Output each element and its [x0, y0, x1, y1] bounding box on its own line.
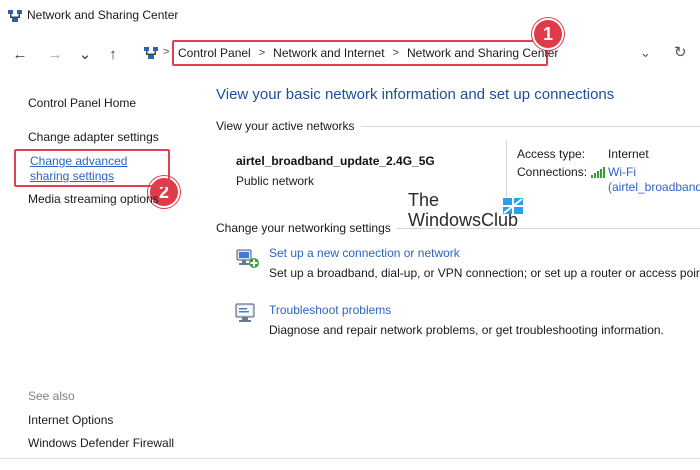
windows-logo-icon — [503, 198, 523, 214]
see-also-internet-options[interactable]: Internet Options — [28, 413, 113, 427]
breadcrumb-separator[interactable]: > — [393, 47, 399, 59]
breadcrumb-control-panel[interactable]: Control Panel — [178, 46, 251, 60]
wifi-connection-link[interactable]: Wi-Fi — [608, 165, 636, 179]
control-panel-network-icon — [144, 47, 158, 59]
breadcrumb-separator: > — [163, 46, 170, 58]
breadcrumb-network-and-internet[interactable]: Network and Internet — [273, 46, 384, 60]
sidebar-item-change-adapter-settings[interactable]: Change adapter settings — [28, 130, 159, 144]
sidebar-item-change-advanced-sharing-settings[interactable]: Change advanced sharing settings — [30, 154, 170, 184]
windowsclub-watermark: The WindowsClub — [408, 190, 548, 240]
forward-arrow-icon[interactable]: → — [45, 44, 65, 64]
see-also-label: See also — [28, 389, 75, 403]
troubleshoot-link[interactable]: Troubleshoot problems — [269, 303, 391, 317]
access-type-label: Access type: — [517, 147, 586, 161]
wifi-signal-icon — [591, 167, 605, 178]
watermark-line2: WindowsClub — [408, 210, 519, 230]
setup-connection-description: Set up a broadband, dial-up, or VPN conn… — [269, 266, 700, 280]
breadcrumb-separator[interactable]: > — [259, 47, 265, 59]
navigation-bar: ← → ⌄ ↑ > Control Panel > Network and In… — [0, 32, 700, 78]
active-networks-label: View your active networks — [216, 119, 361, 133]
network-name: airtel_broadband_update_2.4G_5G — [236, 154, 435, 168]
callout-badge-1: 1 — [532, 18, 564, 50]
sidebar: Control Panel Home Change adapter settin… — [0, 78, 200, 470]
back-arrow-icon[interactable]: ← — [10, 44, 30, 64]
watermark-line1: The — [408, 190, 440, 210]
change-settings-label: Change your networking settings — [216, 221, 397, 235]
window-title: Network and Sharing Center — [27, 8, 179, 22]
breadcrumb-network-and-sharing-center[interactable]: Network and Sharing Center — [407, 46, 558, 60]
troubleshoot-icon[interactable] — [234, 300, 260, 326]
access-type-value: Internet — [608, 147, 649, 161]
network-type[interactable]: Public network — [236, 174, 314, 188]
see-also-windows-defender-firewall[interactable]: Windows Defender Firewall — [28, 436, 174, 450]
connections-label: Connections: — [517, 165, 588, 179]
troubleshoot-description: Diagnose and repair network problems, or… — [269, 323, 664, 337]
sidebar-item-media-streaming-options[interactable]: Media streaming options — [28, 192, 159, 206]
breadcrumb: Control Panel > Network and Internet > N… — [172, 40, 558, 66]
address-dropdown-chevron-icon[interactable]: ⌄ — [640, 45, 651, 61]
sidebar-item-control-panel-home[interactable]: Control Panel Home — [28, 96, 136, 110]
bottom-divider — [0, 458, 700, 459]
network-sharing-icon — [8, 10, 22, 22]
up-arrow-icon[interactable]: ↑ — [103, 44, 123, 64]
wifi-connection-ssid-link[interactable]: (airtel_broadband — [608, 180, 700, 194]
refresh-icon[interactable]: ↻ — [674, 43, 687, 61]
sidebar-highlight-box: Change advanced sharing settings — [14, 149, 170, 187]
new-connection-icon[interactable] — [234, 246, 260, 272]
setup-connection-link[interactable]: Set up a new connection or network — [269, 246, 460, 260]
main-panel: View your basic network information and … — [200, 78, 700, 470]
page-title: View your basic network information and … — [216, 86, 615, 103]
recent-locations-chevron-icon[interactable]: ⌄ — [75, 44, 95, 64]
title-bar: Network and Sharing Center — [0, 0, 700, 32]
